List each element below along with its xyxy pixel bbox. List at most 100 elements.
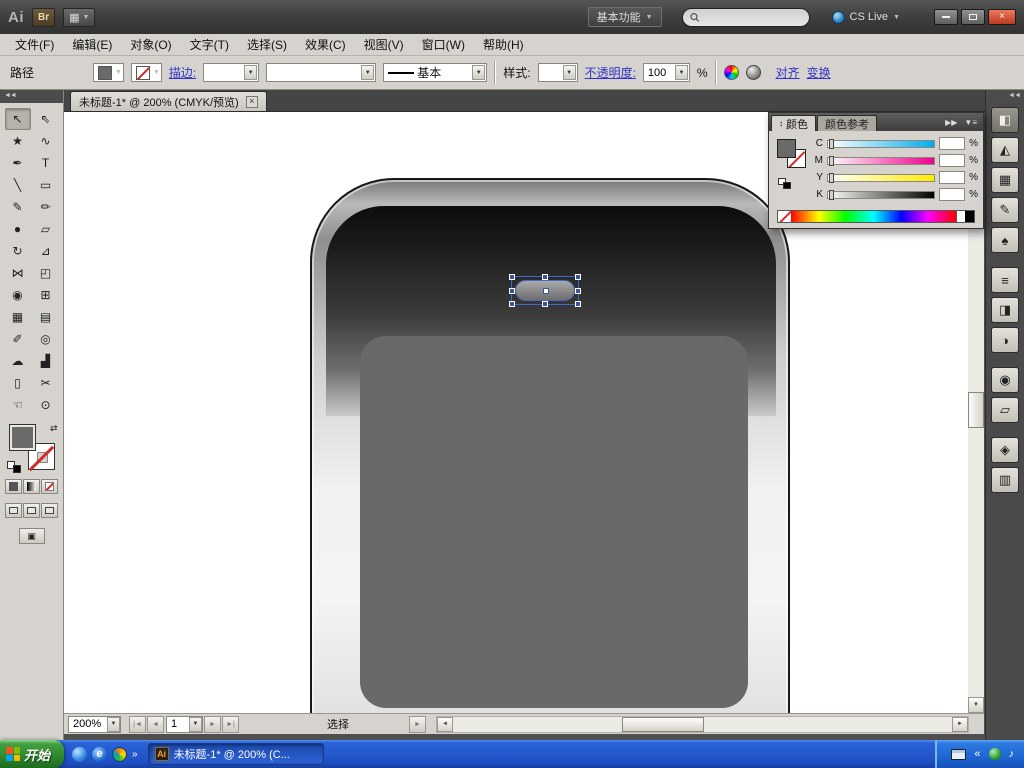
selection-handle[interactable] <box>509 301 515 307</box>
spectrum-white-swatch[interactable] <box>956 211 965 222</box>
blob-brush-tool[interactable]: ● <box>5 218 31 240</box>
scroll-down-icon[interactable]: ▼ <box>968 697 984 713</box>
slider-marker[interactable] <box>829 173 834 183</box>
draw-normal-button[interactable] <box>5 503 22 518</box>
menu-type[interactable]: 文字(T) <box>181 36 238 53</box>
hand-tool[interactable]: ☜ <box>5 394 31 416</box>
symbol-sprayer-tool[interactable]: ☁ <box>5 350 31 372</box>
cyan-value-input[interactable] <box>939 137 965 150</box>
change-screen-mode-button[interactable]: ▣ <box>19 528 45 544</box>
opacity-input[interactable] <box>648 67 672 79</box>
transform-link[interactable]: 变换 <box>807 64 831 81</box>
magenta-slider[interactable] <box>827 157 935 165</box>
toolbar-collapse-chevron-icon[interactable]: ◄◄ <box>0 90 63 103</box>
browser-quick-launch-icon[interactable] <box>72 747 87 762</box>
scroll-right-icon[interactable]: ► <box>952 717 968 732</box>
workspace-switcher[interactable]: 基本功能 ▼ <box>588 7 662 27</box>
minimize-button[interactable] <box>934 9 958 25</box>
recolor-artwork-icon[interactable] <box>724 65 739 80</box>
zoom-tool[interactable]: ⊙ <box>33 394 59 416</box>
menu-view[interactable]: 视图(V) <box>355 36 413 53</box>
layers-icon[interactable]: ◈ <box>991 437 1019 463</box>
menu-effect[interactable]: 效果(C) <box>296 36 355 53</box>
tab-color[interactable]: ↕ 颜色 <box>771 115 816 131</box>
selection-handle[interactable] <box>575 288 581 294</box>
close-button[interactable]: × <box>988 9 1016 25</box>
width-profile-dropdown[interactable]: ▼ <box>266 63 376 82</box>
restore-button[interactable] <box>961 9 985 25</box>
stroke-color-dropdown[interactable]: ▼ <box>131 63 162 82</box>
menu-file[interactable]: 文件(F) <box>6 36 63 53</box>
tab-close-icon[interactable]: × <box>246 96 258 108</box>
spectrum-black-swatch[interactable] <box>965 211 974 222</box>
opacity-link[interactable]: 不透明度: <box>585 64 636 81</box>
lasso-tool[interactable]: ∿ <box>33 130 59 152</box>
menu-select[interactable]: 选择(S) <box>238 36 296 53</box>
color-paint-button[interactable] <box>5 479 22 494</box>
magenta-value-input[interactable] <box>939 154 965 167</box>
align-link[interactable]: 对齐 <box>776 64 800 81</box>
taskbar-document-button[interactable]: Ai 未标题-1* @ 200% (C... <box>148 743 324 765</box>
type-tool[interactable]: T <box>33 152 59 174</box>
status-options-icon[interactable]: ► <box>409 716 426 733</box>
transparency-icon[interactable]: ◑ <box>991 327 1019 353</box>
stroke-weight-dropdown[interactable]: ▼ <box>203 63 259 82</box>
cs-review-icon[interactable] <box>746 65 761 80</box>
draw-inside-button[interactable] <box>41 503 58 518</box>
cyan-slider[interactable] <box>827 140 935 148</box>
paintbrush-tool[interactable]: ✎ <box>5 196 31 218</box>
media-quick-launch-icon[interactable] <box>112 747 127 762</box>
spectrum-rainbow[interactable] <box>791 211 956 222</box>
selection-handle[interactable] <box>509 288 515 294</box>
color-spectrum-bar[interactable] <box>777 210 975 223</box>
selection-handle[interactable] <box>542 274 548 280</box>
fill-color-dropdown[interactable]: ▼ <box>93 63 124 82</box>
default-fill-stroke-icon[interactable] <box>7 461 21 473</box>
horizontal-scroll-thumb[interactable] <box>622 717 704 732</box>
panel-expand-icon[interactable]: ▶▶ <box>945 118 957 127</box>
artboard-combo[interactable]: ▼ <box>166 716 203 733</box>
gradient-tool[interactable]: ▤ <box>33 306 59 328</box>
search-input[interactable] <box>703 11 801 23</box>
fill-proxy-swatch[interactable] <box>9 424 36 451</box>
start-button[interactable]: 开始 <box>0 740 64 768</box>
swatches-icon[interactable]: ▦ <box>991 167 1019 193</box>
panel-default-swatch-icon[interactable] <box>778 178 791 189</box>
selection-handle[interactable] <box>509 274 515 280</box>
yellow-slider[interactable] <box>827 174 935 182</box>
tray-collapse-icon[interactable]: « <box>974 748 980 760</box>
selection-handle[interactable] <box>575 301 581 307</box>
rectangle-tool[interactable]: ▭ <box>33 174 59 196</box>
free-transform-tool[interactable]: ◰ <box>33 262 59 284</box>
bridge-button[interactable]: Br <box>32 8 55 27</box>
selection-handle[interactable] <box>542 301 548 307</box>
slider-marker[interactable] <box>829 156 834 166</box>
panel-menu-icon[interactable]: ▼≡ <box>964 118 977 127</box>
gradient-paint-button[interactable] <box>23 479 40 494</box>
quick-launch-overflow-icon[interactable]: » <box>132 749 138 760</box>
menu-edit[interactable]: 编辑(E) <box>63 36 121 53</box>
arrange-documents-button[interactable]: ▦ ▼ <box>63 8 95 27</box>
magic-wand-tool[interactable]: ★ <box>5 130 31 152</box>
last-artboard-icon[interactable]: ►| <box>222 716 239 733</box>
selection-center-point[interactable] <box>543 288 549 294</box>
zoom-input[interactable] <box>73 718 107 730</box>
slider-marker[interactable] <box>829 190 834 200</box>
tray-status-icon[interactable] <box>989 748 1001 760</box>
scale-tool[interactable]: ⊿ <box>33 240 59 262</box>
mesh-tool[interactable]: ▦ <box>5 306 31 328</box>
shape-builder-tool[interactable]: ◉ <box>5 284 31 306</box>
swap-fill-stroke-icon[interactable]: ⇄ <box>50 423 58 434</box>
black-slider[interactable] <box>827 191 935 199</box>
artboard-tool[interactable]: ▯ <box>5 372 31 394</box>
draw-behind-button[interactable] <box>23 503 40 518</box>
none-paint-button[interactable] <box>41 479 58 494</box>
next-artboard-icon[interactable]: ► <box>204 716 221 733</box>
spectrum-none-swatch[interactable] <box>778 211 791 222</box>
search-box[interactable] <box>682 8 810 27</box>
perspective-grid-tool[interactable]: ⊞ <box>33 284 59 306</box>
dock-collapse-chevron-icon[interactable]: ◄◄ <box>986 90 1024 103</box>
menu-help[interactable]: 帮助(H) <box>474 36 533 53</box>
gradient-panel-icon[interactable]: ◨ <box>991 297 1019 323</box>
color-panel-icon[interactable]: ◧ <box>991 107 1019 133</box>
